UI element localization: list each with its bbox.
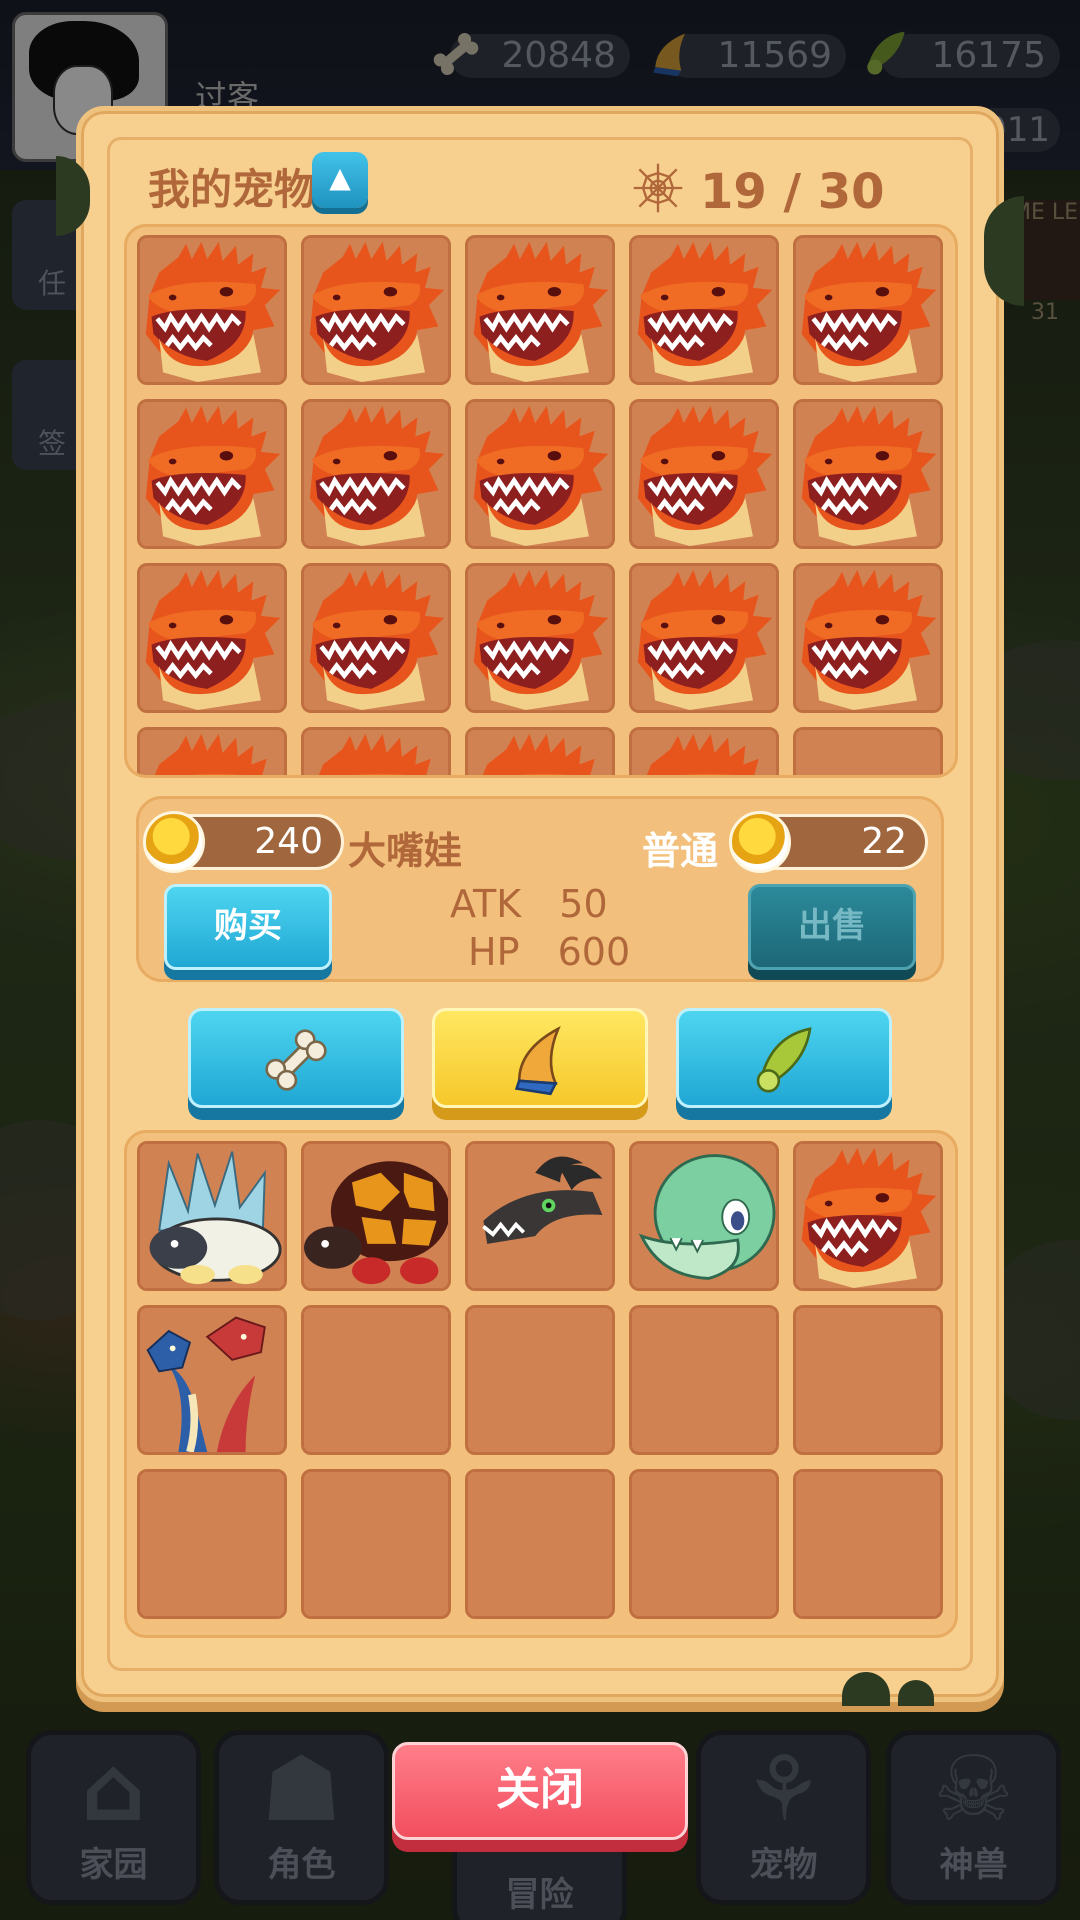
hp-value: 600 <box>557 930 631 974</box>
my-pet-slot-fire-dragon[interactable] <box>301 727 451 775</box>
fire-dragon-portrait <box>632 402 776 546</box>
shop-pet-slot-two-headed-dragon[interactable] <box>137 1305 287 1455</box>
two-headed-dragon-portrait <box>140 1308 284 1452</box>
shop-pet-empty-slot[interactable] <box>629 1305 779 1455</box>
fire-dragon-portrait <box>468 566 612 710</box>
fire-dragon-portrait <box>304 566 448 710</box>
my-pet-slot-fire-dragon[interactable] <box>629 235 779 385</box>
my-pet-slot-fire-dragon[interactable] <box>629 399 779 549</box>
fire-dragon-portrait <box>632 238 776 382</box>
bone-icon <box>265 1029 327 1091</box>
my-pet-slot-fire-dragon[interactable] <box>629 727 779 775</box>
my-pet-slot-fire-dragon[interactable] <box>301 399 451 549</box>
fire-dragon-portrait <box>140 730 284 775</box>
atk-value: 50 <box>559 882 608 926</box>
tab-horn-food[interactable] <box>432 1008 648 1108</box>
fire-dragon-portrait <box>304 402 448 546</box>
spiderweb-icon <box>633 163 683 213</box>
sell-price-pill: 22 <box>729 811 928 873</box>
shop-pet-empty-slot[interactable] <box>301 1305 451 1455</box>
shop-pet-slot-lava-turtle[interactable] <box>301 1141 451 1291</box>
shop-pet-empty-slot[interactable] <box>301 1469 451 1619</box>
my-pets-grid <box>124 224 958 778</box>
tab-leaf-food[interactable] <box>676 1008 892 1108</box>
my-pet-slot-fire-dragon[interactable] <box>137 235 287 385</box>
shop-pets-grid <box>124 1130 958 1638</box>
atk-label: ATK <box>450 882 522 926</box>
fire-dragon-portrait <box>468 402 612 546</box>
my-pet-slot-fire-dragon[interactable] <box>629 563 779 713</box>
buy-price-pill: 240 <box>143 811 344 873</box>
my-pet-slot-fire-dragon[interactable] <box>301 563 451 713</box>
fire-dragon-portrait <box>304 238 448 382</box>
sell-price: 22 <box>861 821 907 862</box>
shop-pet-slot-green-dino[interactable] <box>629 1141 779 1291</box>
shop-pet-slot-fire-dragon[interactable] <box>793 1141 943 1291</box>
sell-button[interactable]: 出售 <box>748 884 916 970</box>
hp-stat: HP 600 <box>468 930 630 974</box>
collapse-button[interactable]: ▲ <box>312 152 368 208</box>
shop-pet-empty-slot[interactable] <box>465 1305 615 1455</box>
buy-price: 240 <box>254 821 323 862</box>
my-pet-slot-fire-dragon[interactable] <box>465 235 615 385</box>
fire-dragon-portrait <box>140 238 284 382</box>
my-pet-slot-fire-dragon[interactable] <box>465 563 615 713</box>
shop-pet-slot-dark-horned-dragon[interactable] <box>465 1141 615 1291</box>
fire-dragon-portrait <box>632 566 776 710</box>
shop-pet-empty-slot[interactable] <box>629 1469 779 1619</box>
my-pet-slot-fire-dragon[interactable] <box>793 235 943 385</box>
hp-label: HP <box>468 930 520 974</box>
fire-dragon-portrait <box>796 1144 940 1288</box>
fire-dragon-portrait <box>304 730 448 775</box>
ice-spike-beast-portrait <box>140 1144 284 1288</box>
my-pet-slot-fire-dragon[interactable] <box>301 235 451 385</box>
dialog-title: 我的宠物 <box>148 165 317 214</box>
my-pet-empty-slot[interactable] <box>793 727 943 775</box>
shop-pet-empty-slot[interactable] <box>793 1469 943 1619</box>
pet-rarity: 普通 <box>642 829 719 873</box>
my-pet-slot-fire-dragon[interactable] <box>137 727 287 775</box>
my-pet-slot-fire-dragon[interactable] <box>465 727 615 775</box>
close-button[interactable]: 关闭 <box>392 1742 688 1840</box>
coin-icon <box>729 811 791 873</box>
green-dino-portrait <box>632 1144 776 1288</box>
shop-pet-slot-ice-spike-beast[interactable] <box>137 1141 287 1291</box>
shop-pet-empty-slot[interactable] <box>465 1469 615 1619</box>
my-pet-slot-fire-dragon[interactable] <box>793 563 943 713</box>
fire-dragon-portrait <box>140 566 284 710</box>
fire-dragon-portrait <box>796 566 940 710</box>
my-pet-slot-fire-dragon[interactable] <box>137 399 287 549</box>
my-pet-slot-fire-dragon[interactable] <box>793 399 943 549</box>
my-pet-slot-fire-dragon[interactable] <box>137 563 287 713</box>
leaf-icon <box>756 1027 812 1093</box>
fire-dragon-portrait <box>140 402 284 546</box>
fire-dragon-portrait <box>468 238 612 382</box>
lava-turtle-portrait <box>304 1144 448 1288</box>
pet-capacity: 19 / 30 <box>700 164 885 220</box>
shop-pet-empty-slot[interactable] <box>137 1469 287 1619</box>
shop-pet-empty-slot[interactable] <box>793 1305 943 1455</box>
fire-dragon-portrait <box>796 238 940 382</box>
fire-dragon-portrait <box>796 402 940 546</box>
pet-name: 大嘴娃 <box>348 829 463 873</box>
coin-icon <box>143 811 205 873</box>
fire-dragon-portrait <box>632 730 776 775</box>
tab-bone-food[interactable] <box>188 1008 404 1108</box>
my-pet-slot-fire-dragon[interactable] <box>465 399 615 549</box>
dark-horned-dragon-portrait <box>468 1144 612 1288</box>
horn-icon <box>514 1025 561 1096</box>
atk-stat: ATK 50 <box>450 882 608 926</box>
buy-button[interactable]: 购买 <box>164 884 332 970</box>
fire-dragon-portrait <box>468 730 612 775</box>
